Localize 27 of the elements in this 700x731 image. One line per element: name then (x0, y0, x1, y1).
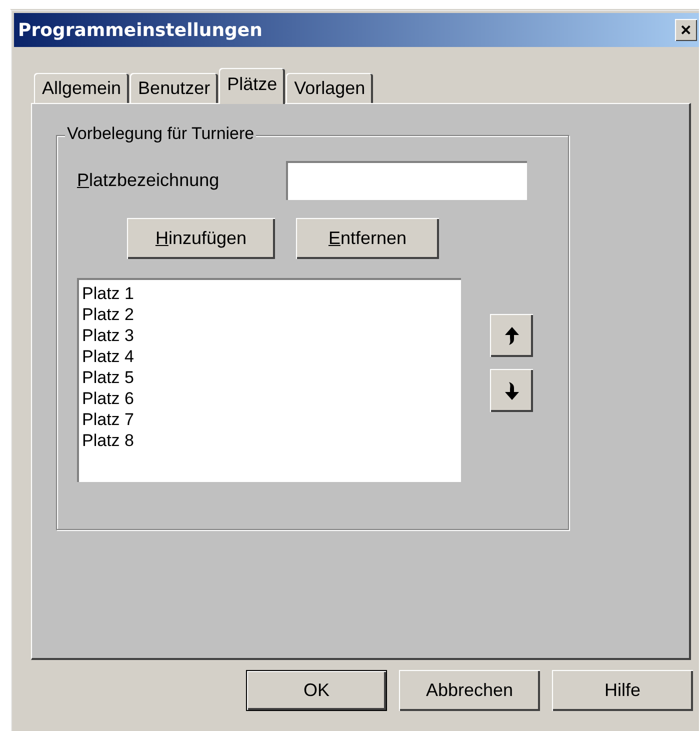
field-label: Platzbezeichnung (77, 170, 220, 191)
list-item[interactable]: Platz 5 (81, 367, 135, 388)
list-item[interactable]: Platz 6 (81, 388, 135, 409)
move-down-button[interactable] (490, 369, 533, 412)
tab[interactable]: Vorlagen (286, 73, 374, 103)
window-title: Programmeinstellungen (18, 20, 262, 40)
list-item[interactable]: Platz 7 (81, 409, 135, 430)
list-box[interactable]: Platz 1 Platz 2 Platz 3 Platz 4 Platz 5 Platz 6 Platz 7 Platz 8 (77, 278, 461, 482)
tab[interactable]: Allgemein (34, 73, 130, 103)
tab[interactable]: Plätze (219, 68, 286, 104)
list-item[interactable]: Platz 1 (81, 283, 135, 304)
tab[interactable]: Benutzer (130, 73, 218, 103)
ok-button[interactable]: OK (246, 670, 387, 711)
arrow-down-icon (504, 380, 520, 400)
help-button[interactable]: Hilfe (552, 670, 693, 711)
input-field[interactable] (286, 161, 527, 200)
add-button[interactable]: Hinzufügen (127, 218, 275, 259)
list-item[interactable]: Platz 4 (81, 346, 135, 367)
move-up-button[interactable] (490, 314, 533, 357)
close-button[interactable]: ✕ (675, 19, 697, 41)
cancel-button[interactable]: Abbrechen (399, 670, 540, 711)
remove-button[interactable]: Entfernen (296, 218, 439, 259)
arrow-up-icon (504, 326, 520, 346)
list-item[interactable]: Platz 8 (81, 430, 135, 451)
group-title: Vorbelegung für Turniere (65, 124, 256, 144)
list-item[interactable]: Platz 2 (81, 304, 135, 325)
list-item[interactable]: Platz 3 (81, 325, 135, 346)
